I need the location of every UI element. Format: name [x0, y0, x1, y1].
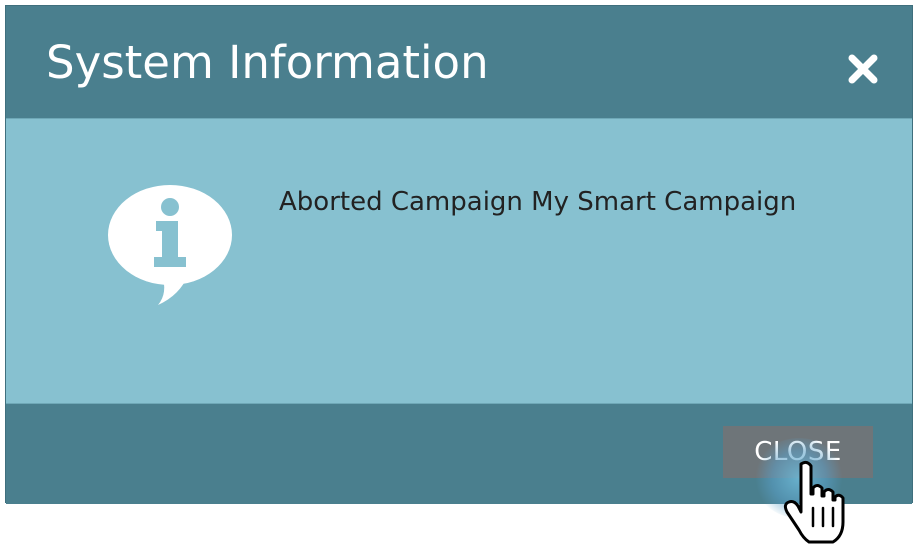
dialog-title: System Information: [46, 36, 489, 89]
info-speech-bubble-icon: [106, 183, 234, 305]
close-button[interactable]: CLOSE: [723, 426, 873, 478]
close-x-icon[interactable]: [848, 54, 878, 84]
dialog-footer: CLOSE: [6, 404, 912, 504]
dialog-body: Aborted Campaign My Smart Campaign: [6, 118, 912, 404]
system-information-dialog: System Information Aborted Campaign My S…: [5, 5, 913, 504]
dialog-message: Aborted Campaign My Smart Campaign: [279, 187, 797, 217]
dialog-titlebar: System Information: [6, 6, 912, 118]
